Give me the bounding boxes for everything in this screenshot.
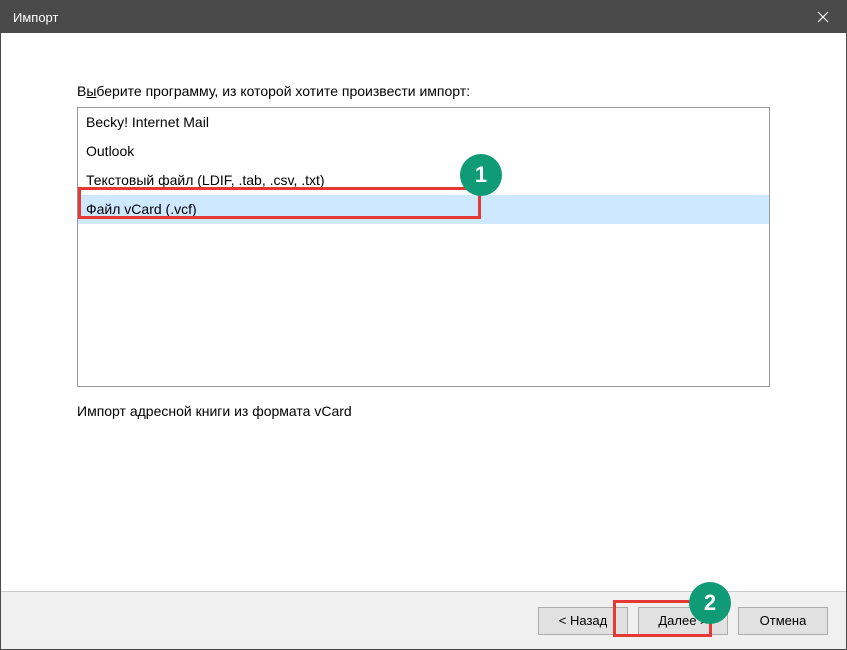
cancel-button[interactable]: Отмена — [738, 607, 828, 635]
description-text: Импорт адресной книги из формата vCard — [77, 403, 770, 419]
prompt-prefix: В — [77, 83, 86, 99]
list-item[interactable]: Outlook — [78, 137, 769, 166]
list-item[interactable]: Текстовый файл (LDIF, .tab, .csv, .txt) — [78, 166, 769, 195]
back-button[interactable]: < Назад — [538, 607, 628, 635]
close-icon — [817, 11, 829, 23]
button-bar: < Назад Далее > Отмена — [1, 591, 846, 649]
dialog-content: Выберите программу, из которой хотите пр… — [1, 33, 846, 419]
window-title: Импорт — [13, 10, 800, 25]
prompt-suffix: берите программу, из которой хотите прои… — [96, 83, 470, 99]
prompt-mnemonic: ы — [86, 83, 96, 99]
prompt-label: Выберите программу, из которой хотите пр… — [77, 83, 770, 99]
list-item[interactable]: Becky! Internet Mail — [78, 108, 769, 137]
titlebar: Импорт — [1, 1, 846, 33]
list-item-selected[interactable]: Файл vCard (.vcf) — [78, 195, 769, 224]
next-button[interactable]: Далее > — [638, 607, 728, 635]
source-listbox[interactable]: Becky! Internet Mail Outlook Текстовый ф… — [77, 107, 770, 387]
close-button[interactable] — [800, 1, 846, 33]
